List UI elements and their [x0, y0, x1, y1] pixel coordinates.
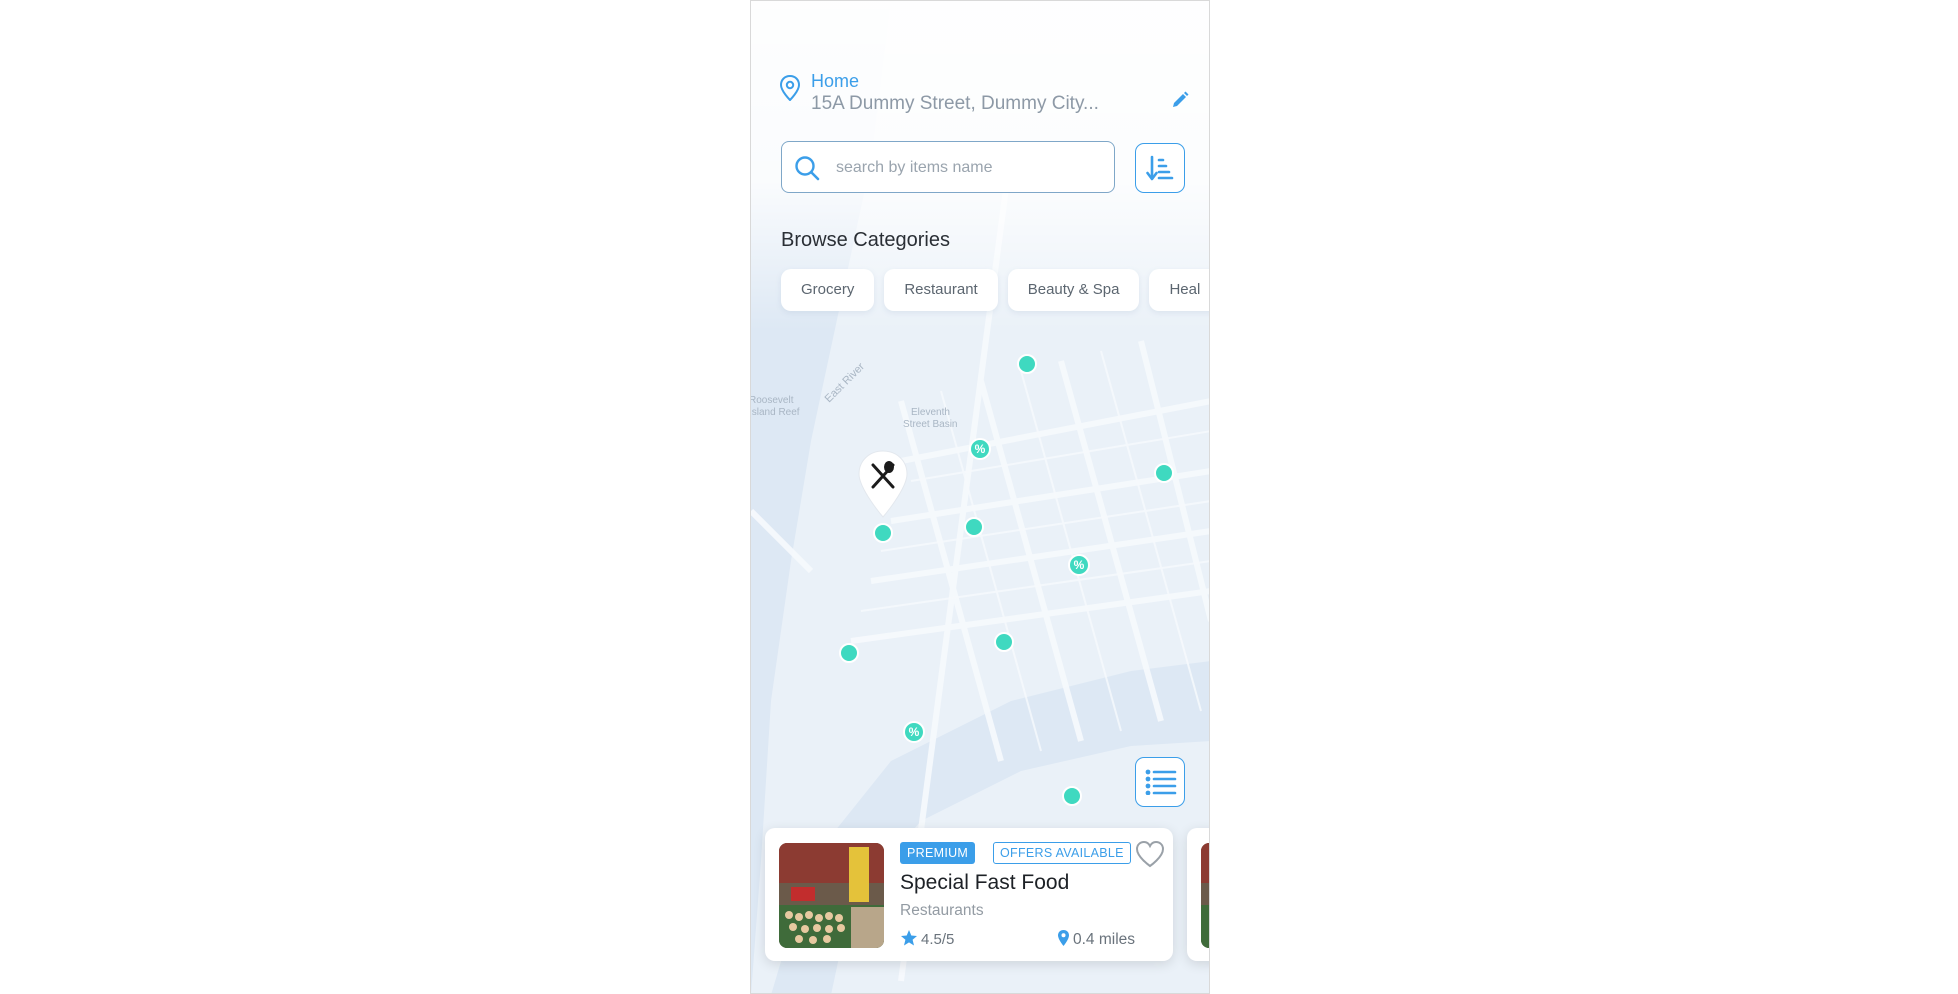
map-marker[interactable] — [839, 643, 859, 663]
store-thumbnail — [779, 843, 884, 948]
search-icon — [795, 156, 820, 181]
next-store-card[interactable] — [1187, 828, 1209, 961]
map-label-island: Roosevelt — [751, 395, 794, 406]
category-chip-health[interactable]: Heal — [1149, 269, 1209, 311]
category-chip-beauty-spa[interactable]: Beauty & Spa — [1007, 269, 1140, 311]
sort-icon — [1146, 155, 1174, 181]
category-chip-grocery[interactable]: Grocery — [781, 269, 875, 311]
sort-button[interactable] — [1135, 143, 1185, 193]
store-distance: 0.4 miles — [1057, 929, 1135, 949]
store-rating: 4.5/5 — [900, 929, 954, 948]
browse-categories-title: Browse Categories — [781, 229, 950, 251]
map-label-basin: Eleventh — [911, 407, 950, 418]
store-name: Special Fast Food — [900, 871, 1070, 894]
address-text: 15A Dummy Street, Dummy City... — [811, 93, 1099, 114]
map-offer-marker[interactable]: % — [903, 721, 925, 743]
distance-value: 0.4 miles — [1073, 931, 1136, 948]
next-store-thumbnail — [1201, 843, 1209, 948]
list-view-icon — [1145, 769, 1177, 795]
map-offer-marker[interactable]: % — [969, 438, 991, 460]
search-box[interactable] — [781, 141, 1115, 193]
location-pin-icon — [779, 75, 801, 101]
edit-pencil-icon[interactable] — [1171, 91, 1189, 109]
heart-icon[interactable] — [1135, 840, 1165, 868]
offers-badge: OFFERS AVAILABLE — [993, 842, 1131, 864]
rating-value: 4.5/5 — [921, 931, 955, 948]
star-icon — [901, 930, 917, 946]
category-chip-restaurant[interactable]: Restaurant — [884, 269, 998, 311]
map-marker[interactable] — [873, 523, 893, 543]
search-input[interactable] — [834, 142, 1108, 193]
map-marker[interactable] — [1062, 786, 1082, 806]
distance-pin-icon — [1058, 930, 1069, 946]
store-card[interactable]: PREMIUM OFFERS AVAILABLE Special Fast Fo… — [765, 828, 1173, 961]
map-marker[interactable] — [994, 632, 1014, 652]
premium-badge: PREMIUM — [900, 842, 976, 864]
map-offer-marker[interactable]: % — [1068, 554, 1090, 576]
map-label-basin-2: Street Basin — [903, 419, 957, 430]
store-category: Restaurants — [900, 902, 984, 919]
map-label-island-2: Island Reef — [751, 407, 800, 418]
map-marker[interactable] — [1154, 463, 1174, 483]
app-screen: East River Roosevelt Island Reef Elevent… — [750, 0, 1210, 994]
map-marker[interactable] — [964, 517, 984, 537]
delivery-address[interactable]: Home 15A Dummy Street, Dummy City... — [779, 69, 1189, 119]
map-marker[interactable] — [1017, 354, 1037, 374]
list-view-button[interactable] — [1135, 757, 1185, 807]
restaurant-pin-icon[interactable] — [856, 449, 910, 521]
address-label: Home — [811, 71, 860, 91]
category-chips: Grocery Restaurant Beauty & Spa Heal — [781, 269, 1209, 311]
